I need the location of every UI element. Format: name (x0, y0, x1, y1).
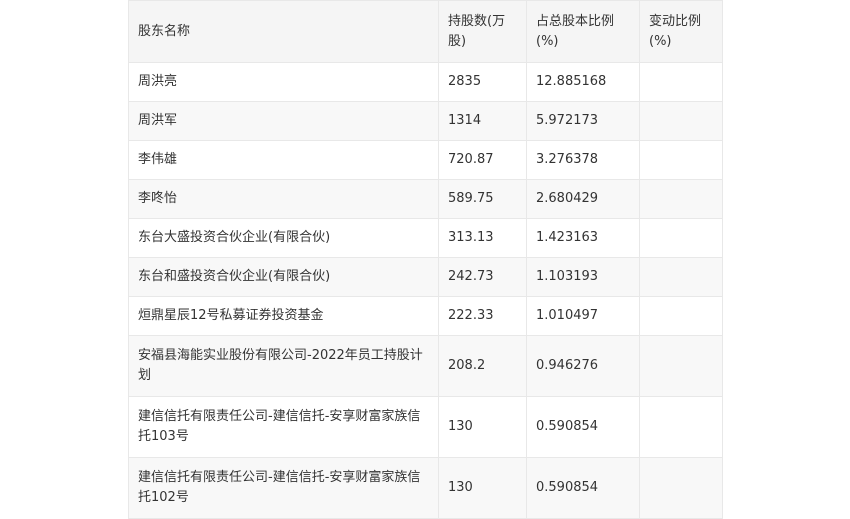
table-header-row: 股东名称 持股数(万股) 占总股本比例(%) 变动比例(%) (128, 0, 723, 63)
cell-share-ratio: 12.885168 (526, 62, 640, 102)
cell-shares-held: 222.33 (438, 296, 527, 336)
cell-shareholder-name: 李咚怡 (128, 179, 439, 219)
cell-shareholder-name: 东台大盛投资合伙企业(有限合伙) (128, 218, 439, 258)
shareholder-table: 股东名称 持股数(万股) 占总股本比例(%) 变动比例(%) 周洪亮 2835 … (128, 0, 723, 519)
table-row: 周洪军 1314 5.972173 (128, 101, 723, 141)
table-row: 东台和盛投资合伙企业(有限合伙) 242.73 1.103193 (128, 257, 723, 297)
cell-share-ratio: 3.276378 (526, 140, 640, 180)
cell-change-ratio (639, 296, 723, 336)
cell-shareholder-name: 安福县海能实业股份有限公司-2022年员工持股计划 (128, 335, 439, 397)
cell-change-ratio (639, 335, 723, 397)
cell-shares-held: 130 (438, 457, 527, 519)
cell-shares-held: 589.75 (438, 179, 527, 219)
header-share-ratio: 占总股本比例(%) (526, 0, 640, 63)
cell-change-ratio (639, 218, 723, 258)
cell-shares-held: 242.73 (438, 257, 527, 297)
table-row: 建信信托有限责任公司-建信信托-安享财富家族信托102号 130 0.59085… (128, 457, 723, 519)
cell-shares-held: 2835 (438, 62, 527, 102)
cell-share-ratio: 2.680429 (526, 179, 640, 219)
table-row: 周洪亮 2835 12.885168 (128, 62, 723, 102)
cell-share-ratio: 0.946276 (526, 335, 640, 397)
table-row: 烜鼎星辰12号私募证券投资基金 222.33 1.010497 (128, 296, 723, 336)
cell-share-ratio: 0.590854 (526, 457, 640, 519)
shareholder-table-container: 股东名称 持股数(万股) 占总股本比例(%) 变动比例(%) 周洪亮 2835 … (128, 0, 723, 519)
table-row: 李咚怡 589.75 2.680429 (128, 179, 723, 219)
cell-change-ratio (639, 101, 723, 141)
cell-change-ratio (639, 179, 723, 219)
table-row: 东台大盛投资合伙企业(有限合伙) 313.13 1.423163 (128, 218, 723, 258)
cell-change-ratio (639, 457, 723, 519)
table-row: 建信信托有限责任公司-建信信托-安享财富家族信托103号 130 0.59085… (128, 396, 723, 458)
table-row: 安福县海能实业股份有限公司-2022年员工持股计划 208.2 0.946276 (128, 335, 723, 397)
cell-share-ratio: 0.590854 (526, 396, 640, 458)
cell-shares-held: 208.2 (438, 335, 527, 397)
cell-shareholder-name: 建信信托有限责任公司-建信信托-安享财富家族信托103号 (128, 396, 439, 458)
cell-share-ratio: 1.423163 (526, 218, 640, 258)
header-change-ratio: 变动比例(%) (639, 0, 723, 63)
cell-change-ratio (639, 140, 723, 180)
cell-shareholder-name: 李伟雄 (128, 140, 439, 180)
cell-share-ratio: 5.972173 (526, 101, 640, 141)
header-shares-held: 持股数(万股) (438, 0, 527, 63)
cell-shareholder-name: 建信信托有限责任公司-建信信托-安享财富家族信托102号 (128, 457, 439, 519)
cell-shares-held: 130 (438, 396, 527, 458)
cell-change-ratio (639, 396, 723, 458)
cell-shares-held: 720.87 (438, 140, 527, 180)
cell-share-ratio: 1.103193 (526, 257, 640, 297)
cell-shareholder-name: 东台和盛投资合伙企业(有限合伙) (128, 257, 439, 297)
table-row: 李伟雄 720.87 3.276378 (128, 140, 723, 180)
cell-shares-held: 313.13 (438, 218, 527, 258)
cell-shares-held: 1314 (438, 101, 527, 141)
cell-change-ratio (639, 62, 723, 102)
cell-shareholder-name: 周洪军 (128, 101, 439, 141)
cell-shareholder-name: 周洪亮 (128, 62, 439, 102)
header-shareholder-name: 股东名称 (128, 0, 439, 63)
cell-change-ratio (639, 257, 723, 297)
cell-shareholder-name: 烜鼎星辰12号私募证券投资基金 (128, 296, 439, 336)
cell-share-ratio: 1.010497 (526, 296, 640, 336)
